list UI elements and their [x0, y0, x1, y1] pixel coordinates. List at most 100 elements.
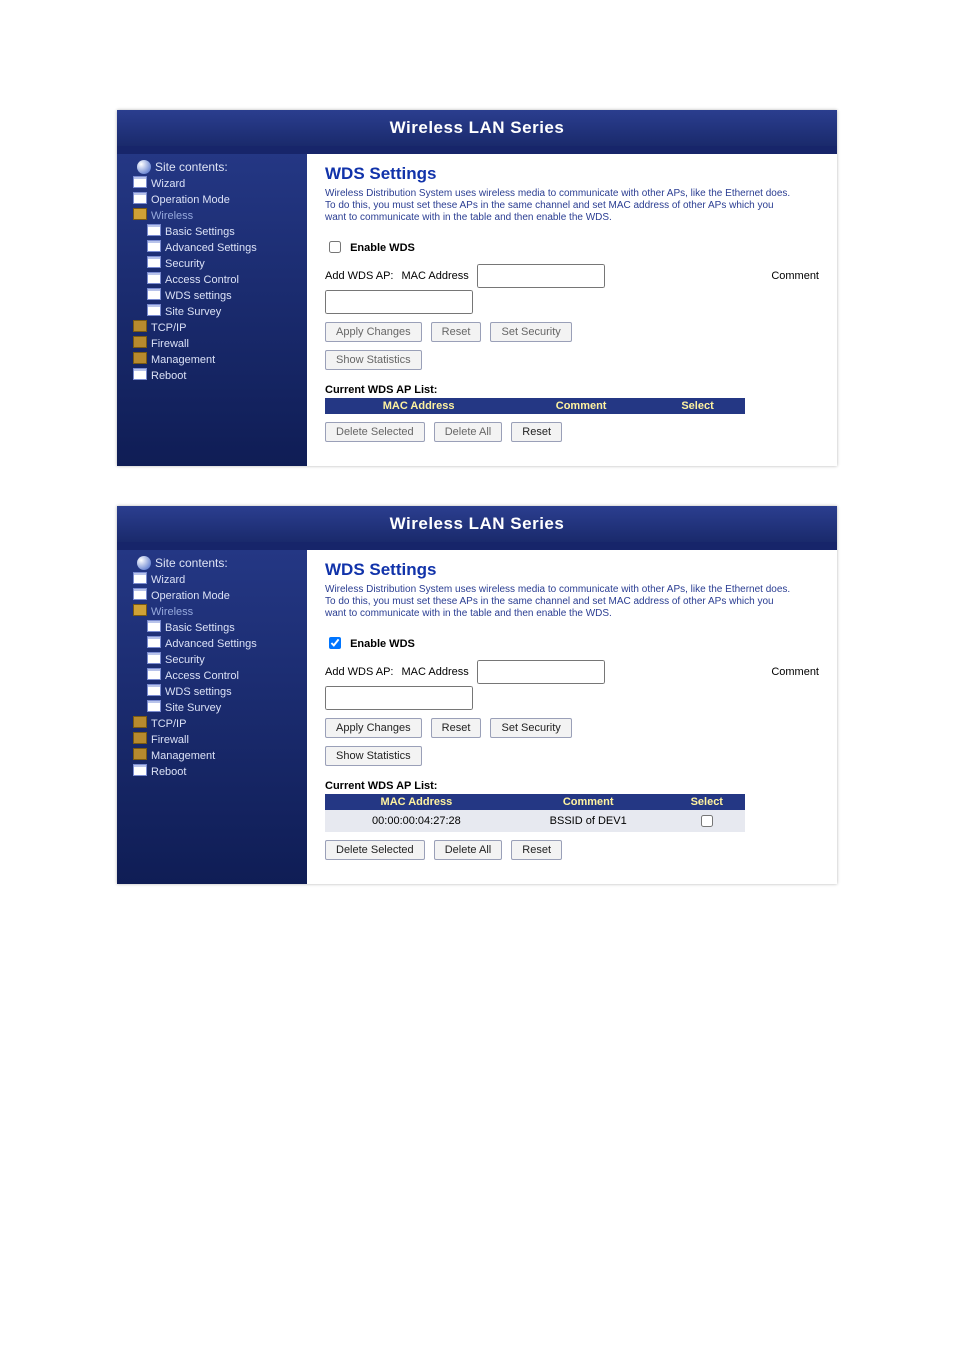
doc-icon — [147, 684, 161, 696]
ap-list-heading: Current WDS AP List: — [325, 384, 819, 396]
cell-comment: BSSID of DEV1 — [508, 810, 669, 832]
sidebar-item-wireless[interactable]: Wireless — [151, 210, 193, 222]
sidebar-item-reboot[interactable]: Reboot — [151, 370, 186, 382]
page-description: Wireless Distribution System uses wirele… — [325, 584, 795, 620]
doc-icon — [147, 272, 161, 284]
sidebar-item-reboot[interactable]: Reboot — [151, 766, 186, 778]
ap-list-heading: Current WDS AP List: — [325, 780, 819, 792]
doc-icon — [133, 572, 147, 584]
doc-icon — [147, 652, 161, 664]
sidebar-item-security[interactable]: Security — [165, 654, 205, 666]
sidebar-item-firewall[interactable]: Firewall — [151, 734, 189, 746]
mac-address-label: MAC Address — [401, 666, 468, 678]
doc-icon — [133, 368, 147, 380]
sidebar: Site contents: Wizard Operation Mode Wir… — [117, 550, 307, 884]
comment-label: Comment — [771, 270, 819, 282]
doc-icon — [147, 636, 161, 648]
delete-selected-button: Delete Selected — [325, 422, 425, 442]
sidebar-item-survey[interactable]: Site Survey — [165, 306, 221, 318]
enable-wds-label: Enable WDS — [350, 242, 415, 254]
reset-list-button[interactable]: Reset — [511, 840, 562, 860]
sidebar-item-advanced[interactable]: Advanced Settings — [165, 242, 257, 254]
sidebar-item-mgmt[interactable]: Management — [151, 750, 215, 762]
sidebar-heading: Site contents: — [137, 556, 303, 570]
comment-input[interactable] — [325, 686, 473, 710]
doc-icon — [133, 176, 147, 188]
doc-icon — [147, 304, 161, 316]
sidebar-item-firewall[interactable]: Firewall — [151, 338, 189, 350]
sidebar-item-opmode[interactable]: Operation Mode — [151, 194, 230, 206]
sidebar-heading: Site contents: — [137, 160, 303, 174]
globe-icon — [137, 556, 151, 570]
router-panel-enabled: Wireless LAN Series Site contents: Wizar… — [117, 506, 837, 884]
sidebar-item-tcpip[interactable]: TCP/IP — [151, 718, 186, 730]
enable-wds-checkbox[interactable] — [329, 637, 341, 649]
page-description: Wireless Distribution System uses wirele… — [325, 188, 795, 224]
title-separator — [117, 146, 837, 154]
router-panel-disabled: Wireless LAN Series Site contents: Wizar… — [117, 110, 837, 466]
sidebar: Site contents: Wizard Operation Mode Wir… — [117, 154, 307, 466]
app-title: Wireless LAN Series — [117, 506, 837, 542]
sidebar-item-tcpip[interactable]: TCP/IP — [151, 322, 186, 334]
doc-icon — [147, 288, 161, 300]
mac-address-input[interactable] — [477, 264, 605, 288]
delete-all-button[interactable]: Delete All — [434, 840, 502, 860]
sidebar-item-wds[interactable]: WDS settings — [165, 290, 232, 302]
page-title: WDS Settings — [325, 560, 819, 580]
content-area: WDS Settings Wireless Distribution Syste… — [307, 154, 837, 466]
th-comment: Comment — [508, 794, 669, 810]
table-row: 00:00:00:04:27:28 BSSID of DEV1 — [325, 810, 745, 832]
folder-icon — [133, 320, 147, 332]
reset-list-button[interactable]: Reset — [511, 422, 562, 442]
sidebar-item-survey[interactable]: Site Survey — [165, 702, 221, 714]
content-area: WDS Settings Wireless Distribution Syste… — [307, 550, 837, 884]
add-wds-label: Add WDS AP: — [325, 270, 393, 282]
cell-select — [669, 810, 745, 832]
app-title: Wireless LAN Series — [117, 110, 837, 146]
enable-wds-checkbox[interactable] — [329, 241, 341, 253]
delete-selected-button[interactable]: Delete Selected — [325, 840, 425, 860]
sidebar-item-opmode[interactable]: Operation Mode — [151, 590, 230, 602]
apply-changes-button[interactable]: Apply Changes — [325, 322, 422, 342]
enable-wds-label: Enable WDS — [350, 638, 415, 650]
show-statistics-button[interactable]: Show Statistics — [325, 746, 422, 766]
sidebar-item-basic[interactable]: Basic Settings — [165, 622, 235, 634]
sidebar-item-mgmt[interactable]: Management — [151, 354, 215, 366]
sidebar-item-wds[interactable]: WDS settings — [165, 686, 232, 698]
sidebar-item-security[interactable]: Security — [165, 258, 205, 270]
sidebar-item-wizard[interactable]: Wizard — [151, 574, 185, 586]
show-statistics-button: Show Statistics — [325, 350, 422, 370]
apply-changes-button[interactable]: Apply Changes — [325, 718, 422, 738]
sidebar-item-basic[interactable]: Basic Settings — [165, 226, 235, 238]
wds-ap-table: MAC Address Comment Select — [325, 398, 745, 414]
doc-icon — [147, 700, 161, 712]
folder-open-icon — [133, 604, 147, 616]
reset-button[interactable]: Reset — [431, 718, 482, 738]
doc-icon — [147, 240, 161, 252]
sidebar-item-advanced[interactable]: Advanced Settings — [165, 638, 257, 650]
sidebar-item-wireless[interactable]: Wireless — [151, 606, 193, 618]
sidebar-item-access[interactable]: Access Control — [165, 670, 239, 682]
sidebar-item-access[interactable]: Access Control — [165, 274, 239, 286]
doc-icon — [147, 620, 161, 632]
doc-icon — [133, 764, 147, 776]
mac-address-label: MAC Address — [401, 270, 468, 282]
wds-ap-table: MAC Address Comment Select 00:00:00:04:2… — [325, 794, 745, 832]
row-select-checkbox[interactable] — [701, 815, 713, 827]
set-security-button[interactable]: Set Security — [490, 718, 571, 738]
mac-address-input[interactable] — [477, 660, 605, 684]
th-mac: MAC Address — [325, 398, 512, 414]
cell-mac: 00:00:00:04:27:28 — [325, 810, 508, 832]
reset-button[interactable]: Reset — [431, 322, 482, 342]
th-select: Select — [650, 398, 745, 414]
comment-input[interactable] — [325, 290, 473, 314]
doc-icon — [147, 224, 161, 236]
folder-icon — [133, 352, 147, 364]
th-select: Select — [669, 794, 745, 810]
th-mac: MAC Address — [325, 794, 508, 810]
folder-icon — [133, 732, 147, 744]
folder-icon — [133, 748, 147, 760]
doc-icon — [133, 192, 147, 204]
sidebar-item-wizard[interactable]: Wizard — [151, 178, 185, 190]
th-comment: Comment — [512, 398, 650, 414]
